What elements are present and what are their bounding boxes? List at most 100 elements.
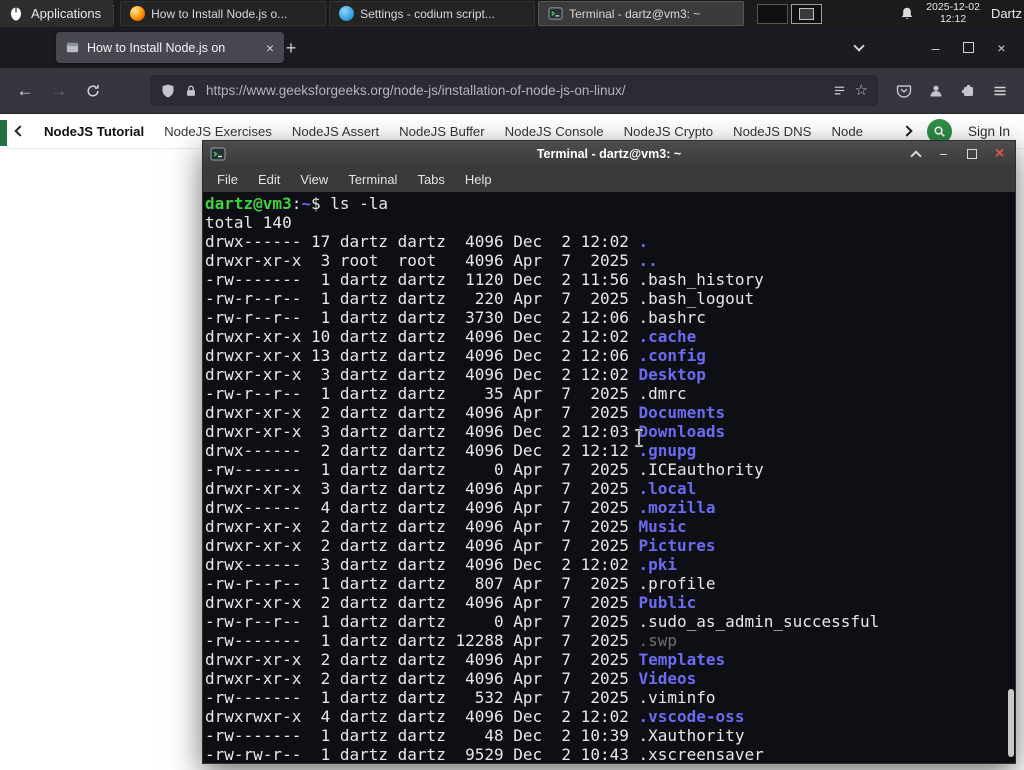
top-panel: Applications How to Install Node.js o...… bbox=[0, 0, 1024, 27]
file-name: .bash_logout bbox=[638, 289, 755, 308]
tracking-shield-icon[interactable] bbox=[160, 83, 176, 99]
page-edge-accent bbox=[0, 120, 7, 146]
workspace-switcher bbox=[757, 3, 823, 24]
menu-item-edit[interactable]: Edit bbox=[248, 172, 290, 187]
file-name: Downloads bbox=[638, 422, 726, 441]
terminal-body[interactable]: dartz@vm3:~$ ls -la total 140 drwx------… bbox=[203, 192, 1015, 763]
reload-button[interactable] bbox=[76, 74, 110, 108]
nav-link-nodejs-console[interactable]: NodeJS Console bbox=[505, 124, 604, 139]
file-name: .profile bbox=[638, 574, 716, 593]
tab-favicon-icon bbox=[65, 40, 80, 55]
nav-scroll-left-icon[interactable] bbox=[14, 125, 26, 137]
terminal-output-line: drwxr-xr-x 2 dartz dartz 4096 Apr 7 2025… bbox=[205, 593, 697, 612]
menu-item-help[interactable]: Help bbox=[455, 172, 502, 187]
file-name: Desktop bbox=[638, 365, 706, 384]
terminal-output-line: -rw-r--r-- 1 dartz dartz 35 Apr 7 2025 .… bbox=[205, 384, 687, 403]
terminal-output-line: drwxr-xr-x 2 dartz dartz 4096 Apr 7 2025… bbox=[205, 536, 716, 555]
nav-link-nodejs-buffer[interactable]: NodeJS Buffer bbox=[399, 124, 485, 139]
nav-link-nodejs-exercises[interactable]: NodeJS Exercises bbox=[164, 124, 272, 139]
workspace-1[interactable] bbox=[757, 3, 789, 24]
terminal-output-line: drwxr-xr-x 3 root root 4096 Apr 7 2025 .… bbox=[205, 251, 658, 270]
nav-link-nodejs-crypto[interactable]: NodeJS Crypto bbox=[624, 124, 713, 139]
clock[interactable]: 2025-12-02 12:12 bbox=[926, 1, 980, 25]
whisker-menu-icon bbox=[8, 6, 24, 22]
sign-in-button[interactable]: Sign In bbox=[968, 124, 1010, 139]
notification-bell-icon[interactable] bbox=[899, 6, 915, 22]
new-tab-button[interactable]: + bbox=[278, 35, 304, 61]
extensions-puzzle-icon[interactable] bbox=[952, 74, 984, 108]
terminal-output-line: drwxrwxr-x 4 dartz dartz 4096 Dec 2 12:0… bbox=[205, 707, 745, 726]
terminal-scrollbar-thumb[interactable] bbox=[1008, 689, 1014, 757]
file-name: .sudo_as_admin_successful bbox=[638, 612, 880, 631]
pocket-icon[interactable] bbox=[888, 74, 920, 108]
menu-item-terminal[interactable]: Terminal bbox=[338, 172, 407, 187]
terminal-output-line: drwx------ 2 dartz dartz 4096 Dec 2 12:1… bbox=[205, 441, 697, 460]
file-name: .bash_history bbox=[638, 270, 764, 289]
tab-close-icon[interactable]: × bbox=[265, 41, 275, 55]
terminal-shade-button[interactable] bbox=[908, 147, 923, 162]
nav-link-nodejs-dns[interactable]: NodeJS DNS bbox=[733, 124, 811, 139]
terminal-close-button[interactable]: × bbox=[992, 145, 1007, 162]
terminal-maximize-button[interactable] bbox=[964, 147, 979, 162]
nav-link-nodejs-assert[interactable]: NodeJS Assert bbox=[292, 124, 379, 139]
codium-icon bbox=[339, 6, 355, 21]
terminal-output-line: drwxr-xr-x 3 dartz dartz 4096 Apr 7 2025… bbox=[205, 479, 697, 498]
menu-item-file[interactable]: File bbox=[207, 172, 248, 187]
browser-maximize-button[interactable] bbox=[952, 27, 985, 68]
file-name: .gnupg bbox=[638, 441, 697, 460]
taskbar-item-terminal[interactable]: Terminal - dartz@vm3: ~ bbox=[538, 1, 745, 26]
nav-scroll-right-icon[interactable] bbox=[901, 125, 913, 137]
terminal-titlebar[interactable]: Terminal - dartz@vm3: ~ − × bbox=[203, 141, 1015, 167]
terminal-minimize-button[interactable]: − bbox=[936, 146, 951, 162]
lock-icon[interactable] bbox=[184, 84, 198, 98]
panel-separator bbox=[113, 4, 115, 23]
taskbar-item-firefox[interactable]: How to Install Node.js o... bbox=[120, 1, 327, 26]
forward-button[interactable]: → bbox=[42, 74, 76, 108]
menu-item-view[interactable]: View bbox=[290, 172, 338, 187]
terminal-listing: drwx------ 17 dartz dartz 4096 Dec 2 12:… bbox=[205, 232, 1015, 763]
terminal-output-line: -rw-r--r-- 1 dartz dartz 807 Apr 7 2025 … bbox=[205, 574, 716, 593]
applications-menu-button[interactable]: Applications bbox=[0, 0, 114, 27]
url-text[interactable]: https://www.geeksforgeeks.org/node-js/in… bbox=[206, 83, 824, 98]
file-name: .. bbox=[638, 251, 658, 270]
taskbar-item-codium[interactable]: Settings - codium script... bbox=[329, 1, 536, 26]
tab-strip: How to Install Node.js on × + – × bbox=[0, 27, 1024, 68]
terminal-title: Terminal - dartz@vm3: ~ bbox=[536, 147, 682, 161]
browser-tab[interactable]: How to Install Node.js on × bbox=[56, 32, 284, 63]
file-name: Videos bbox=[638, 669, 697, 688]
mouse-cursor-ibeam bbox=[633, 428, 645, 453]
bookmark-star-icon[interactable]: ☆ bbox=[855, 83, 868, 98]
file-name: .bashrc bbox=[638, 308, 706, 327]
browser-close-button[interactable]: × bbox=[985, 27, 1018, 68]
terminal-output-line: drwxr-xr-x 13 dartz dartz 4096 Dec 2 12:… bbox=[205, 346, 706, 365]
terminal-output-line: drwx------ 4 dartz dartz 4096 Apr 7 2025… bbox=[205, 498, 716, 517]
hamburger-menu-icon[interactable] bbox=[984, 74, 1016, 108]
maximize-icon bbox=[963, 42, 974, 53]
nav-link-nodejs-tutorial[interactable]: NodeJS Tutorial bbox=[44, 124, 144, 139]
terminal-output-line: drwx------ 17 dartz dartz 4096 Dec 2 12:… bbox=[205, 232, 649, 251]
terminal-output-line: -rw-rw-r-- 1 dartz dartz 9529 Dec 2 10:4… bbox=[205, 745, 764, 763]
file-name: .cache bbox=[638, 327, 697, 346]
back-button[interactable]: ← bbox=[8, 74, 42, 108]
browser-minimize-button[interactable]: – bbox=[919, 27, 952, 68]
file-name: Music bbox=[638, 517, 687, 536]
terminal-window: Terminal - dartz@vm3: ~ − × File Edit Vi… bbox=[202, 140, 1016, 764]
clock-time: 12:12 bbox=[939, 12, 967, 25]
menu-item-tabs[interactable]: Tabs bbox=[407, 172, 454, 187]
applications-label: Applications bbox=[31, 6, 102, 21]
terminal-command: ls -la bbox=[330, 194, 389, 213]
nav-link-node[interactable]: Node bbox=[831, 124, 863, 139]
workspace-window-thumb bbox=[799, 7, 815, 20]
account-icon[interactable] bbox=[920, 74, 952, 108]
file-name: .viminfo bbox=[638, 688, 716, 707]
file-name: .ICEauthority bbox=[638, 460, 764, 479]
clock-date: 2025-12-02 bbox=[926, 1, 980, 13]
reader-view-icon[interactable] bbox=[832, 83, 847, 98]
terminal-output-line: -rw------- 1 dartz dartz 1120 Dec 2 11:5… bbox=[205, 270, 764, 289]
window-controls: – × bbox=[845, 27, 1018, 68]
maximize-icon bbox=[966, 149, 977, 159]
terminal-output-line: drwxr-xr-x 3 dartz dartz 4096 Dec 2 12:0… bbox=[205, 422, 726, 441]
list-all-tabs-button[interactable] bbox=[845, 34, 873, 62]
workspace-2[interactable] bbox=[791, 3, 823, 24]
url-bar[interactable]: https://www.geeksforgeeks.org/node-js/in… bbox=[150, 75, 878, 106]
